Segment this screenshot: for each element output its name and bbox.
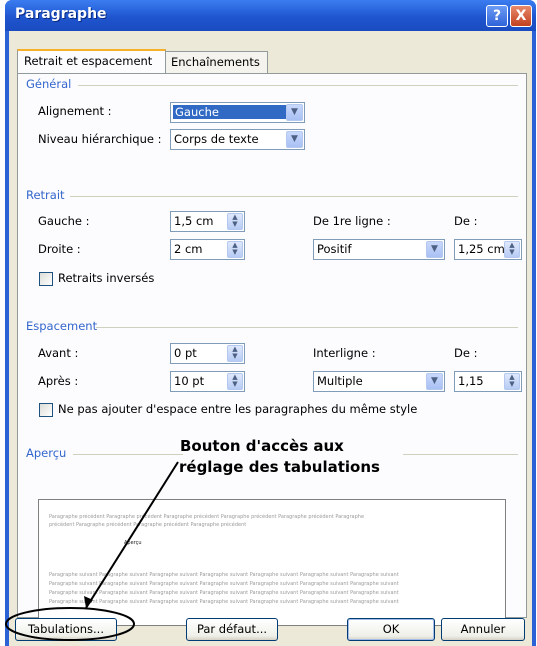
spin-buttons[interactable]: ▲ ▼ [227,373,243,390]
spin-buttons[interactable]: ▲ ▼ [227,241,243,258]
divider [73,454,183,455]
dialog-body: Retrait et espacement Enchaînements Géné… [9,31,532,646]
tabs-button-label: Tabulations... [28,622,104,636]
preview-previous-text: précédent Paragraphe précédent Paragraph… [49,522,247,528]
chevron-down-icon: ▼ [426,241,443,258]
spin-buttons[interactable]: ▲ ▼ [504,373,520,390]
space-after-spinner[interactable]: 10 pt ▲ ▼ [170,371,245,392]
indent-left-spinner[interactable]: 1,5 cm ▲ ▼ [170,211,245,232]
space-after-value: 10 pt [174,374,205,388]
spin-down-icon: ▼ [509,380,515,388]
indent-by-value: 1,25 cm [458,242,505,256]
no-space-same-style-label: Ne pas ajouter d'espace entre les paragr… [58,402,418,416]
level-value: Corps de texte [174,132,259,146]
line-spacing-label: Interligne : [313,346,376,360]
indent-right-value: 2 cm [174,242,203,256]
tab-panel: Général Alignement : Gauche ▼ Niveau hié… [17,73,527,626]
line-at-label: De : [454,346,478,360]
chevron-down-icon: ▼ [286,131,303,148]
line-at-spinner[interactable]: 1,15 ▲ ▼ [454,371,522,392]
first-line-label: De 1re ligne : [313,214,391,228]
tabs-button[interactable]: Tabulations... [15,618,117,641]
indent-right-label: Droite : [38,242,81,256]
cancel-button[interactable]: Annuler [441,618,525,641]
chevron-down-icon: ▼ [286,104,303,121]
spin-down-icon: ▼ [509,248,515,256]
indent-heading: Retrait [26,188,65,202]
indent-by-spinner[interactable]: 1,25 cm ▲ ▼ [454,239,522,260]
indent-right-spinner[interactable]: 2 cm ▲ ▼ [170,239,245,260]
annotation-line-1: Bouton d'accès aux [180,437,344,455]
help-button[interactable]: ? [486,5,508,27]
tab-indent-spacing[interactable]: Retrait et espacement [17,49,166,73]
default-button-label: Par défaut... [196,622,268,636]
space-after-label: Après : [38,374,79,388]
alignment-value: Gauche [173,105,289,119]
ok-button-label: OK [382,622,400,636]
preview-following-text: Paragraphe suivant Paragraphe suivant Pa… [49,590,399,596]
annotation-line-2: réglage des tabulations [179,458,380,476]
preview-following-text: Paragraphe suivant Paragraphe suivant Pa… [49,581,399,587]
dialog-title: Paragraphe [15,6,107,22]
spacing-heading: Espacement [26,319,98,333]
space-before-label: Avant : [38,346,79,360]
divider [78,85,518,86]
level-label: Niveau hiérarchique : [38,132,162,146]
indent-left-label: Gauche : [38,214,90,228]
spin-down-icon: ▼ [232,352,238,360]
divider [403,454,518,455]
spin-down-icon: ▼ [232,248,238,256]
ok-button[interactable]: OK [347,618,435,641]
spin-buttons[interactable]: ▲ ▼ [227,213,243,230]
paragraph-dialog: Paragraphe ? X Retrait et espacement Enc… [5,0,536,646]
indent-left-value: 1,5 cm [174,214,214,228]
alignment-select[interactable]: Gauche ▼ [170,102,305,123]
mirror-indents-label: Retraits inversés [58,271,155,285]
space-before-spinner[interactable]: 0 pt ▲ ▼ [170,343,245,364]
first-line-select[interactable]: Positif ▼ [313,239,445,260]
tab-label: Retrait et espacement [24,54,153,68]
preview-following-text: Paragraphe suivant Paragraphe suivant Pa… [49,599,399,605]
divider [96,327,518,328]
line-spacing-select[interactable]: Multiple ▼ [313,371,445,392]
preview-heading: Aperçu [26,446,67,460]
tab-line-page-breaks[interactable]: Enchaînements [164,51,268,73]
preview-following-text: Paragraphe suivant Paragraphe suivant Pa… [49,572,399,578]
general-heading: Général [26,77,72,91]
tab-label: Enchaînements [171,55,260,69]
spin-buttons[interactable]: ▲ ▼ [504,241,520,258]
title-bar[interactable]: Paragraphe ? X [5,0,536,31]
cancel-button-label: Annuler [460,622,506,636]
chevron-down-icon: ▼ [426,373,443,390]
spin-buttons[interactable]: ▲ ▼ [227,345,243,362]
first-line-value: Positif [317,242,352,256]
preview-box: Paragraphe précédent Paragraphe précéden… [38,499,506,626]
indent-by-label: De : [454,214,478,228]
space-before-value: 0 pt [174,346,197,360]
spin-down-icon: ▼ [232,380,238,388]
preview-previous-text: Paragraphe précédent Paragraphe précéden… [49,514,365,520]
alignment-label: Alignement : [38,104,112,118]
help-icon: ? [492,8,502,24]
preview-sample-text: Aperçu [124,540,142,546]
close-button[interactable]: X [510,5,532,27]
level-select[interactable]: Corps de texte ▼ [170,129,305,150]
mirror-indents-checkbox[interactable] [39,272,53,286]
spin-down-icon: ▼ [232,220,238,228]
divider [70,196,518,197]
line-spacing-value: Multiple [317,374,363,388]
line-at-value: 1,15 [458,374,484,388]
close-icon: X [515,8,527,24]
default-button[interactable]: Par défaut... [186,618,278,641]
no-space-same-style-checkbox[interactable] [39,403,53,417]
